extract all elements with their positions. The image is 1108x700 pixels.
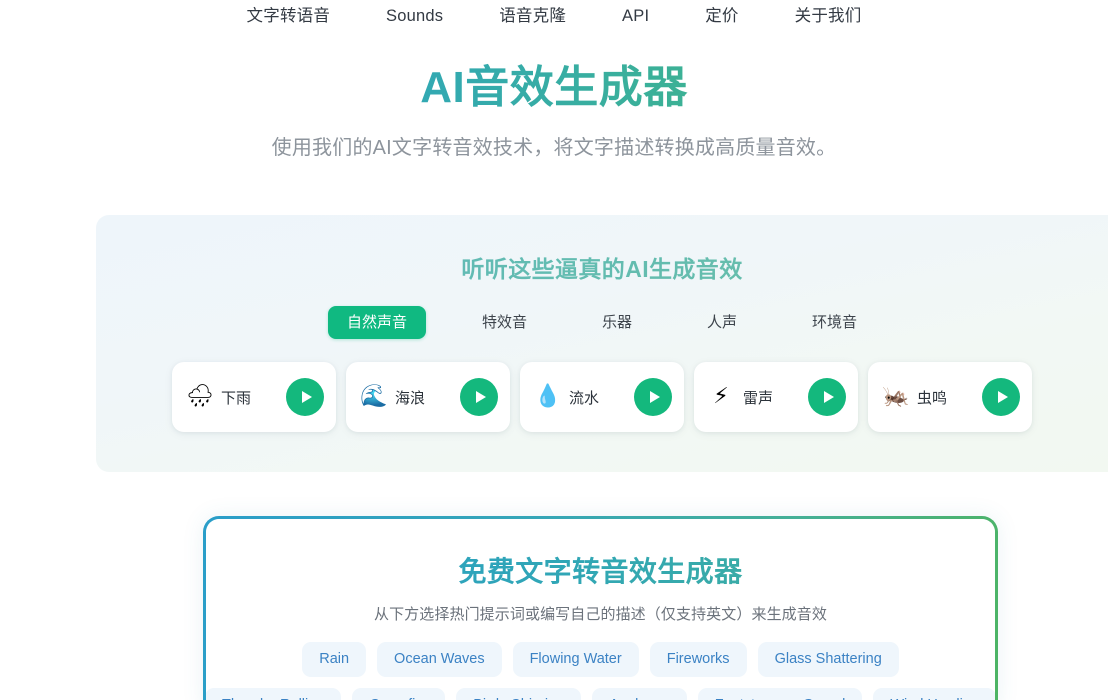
nav-pricing[interactable]: 定价 — [705, 8, 738, 25]
sound-card-list: 🌧 下雨 🌊 海浪 💧 流水 ⚡ 雷声 🦗 虫鸣 — [96, 362, 1108, 432]
prompt-tag[interactable]: Footsteps on Gravel — [698, 688, 863, 700]
play-icon — [476, 391, 486, 403]
rain-cloud-icon: 🌧 — [186, 386, 212, 408]
sound-category-tabs: 自然声音 特效音 乐器 人声 环境音 — [96, 306, 1108, 339]
generator-title: 免费文字转音效生成器 — [206, 550, 995, 590]
play-button[interactable] — [982, 378, 1020, 416]
page-root: 文字转语音 Sounds 语音克隆 API 定价 关于我们 AI音效生成器 使用我们的AI… — [0, 0, 1108, 700]
prompt-tag[interactable]: Thunder Rolling — [206, 688, 341, 700]
lightning-bolt-icon: ⚡ — [708, 386, 734, 408]
prompt-tag[interactable]: Birds Chirping — [456, 688, 581, 700]
nav-voice-clone[interactable]: 语音克隆 — [499, 8, 566, 25]
sound-card-label: 虫鸣 — [917, 387, 973, 408]
nav-text-to-speech[interactable]: 文字转语音 — [247, 8, 331, 25]
tab-4[interactable]: 环境音 — [793, 306, 876, 339]
tab-1[interactable]: 特效音 — [463, 306, 546, 339]
play-button[interactable] — [286, 378, 324, 416]
prompt-tag[interactable]: Flowing Water — [513, 642, 639, 677]
sound-showcase-panel: 听听这些逼真的AI生成音效 自然声音 特效音 乐器 人声 环境音 🌧 下雨 🌊 海浪 💧 流水 ⚡ 雷… — [96, 215, 1108, 472]
prompt-tag[interactable]: Fireworks — [650, 642, 747, 677]
sound-card[interactable]: 🦗 虫鸣 — [868, 362, 1032, 432]
nav-about[interactable]: 关于我们 — [795, 8, 862, 25]
prompt-tag[interactable]: Glass Shattering — [758, 642, 899, 677]
prompt-tag[interactable]: Rain — [302, 642, 366, 677]
tab-2[interactable]: 乐器 — [583, 306, 651, 339]
play-button[interactable] — [634, 378, 672, 416]
generator-card-inner: 免费文字转音效生成器 从下方选择热门提示词或编写自己的描述（仅支持英文）来生成音… — [206, 519, 995, 700]
sound-card-label: 雷声 — [743, 387, 799, 408]
generator-subtitle: 从下方选择热门提示词或编写自己的描述（仅支持英文）来生成音效 — [206, 603, 995, 624]
sound-card-label: 流水 — [569, 387, 625, 408]
play-button[interactable] — [460, 378, 498, 416]
sound-card-label: 下雨 — [221, 387, 277, 408]
play-icon — [650, 391, 660, 403]
prompt-tag[interactable]: Ocean Waves — [377, 642, 502, 677]
top-navigation: 文字转语音 Sounds 语音克隆 API 定价 关于我们 — [0, 0, 1108, 32]
showcase-title: 听听这些逼真的AI生成音效 — [96, 250, 1108, 284]
prompt-tag[interactable]: Campfire — [352, 688, 445, 700]
play-button[interactable] — [808, 378, 846, 416]
generator-card: 免费文字转音效生成器 从下方选择热门提示词或编写自己的描述（仅支持英文）来生成音… — [203, 516, 998, 700]
sound-card[interactable]: 💧 流水 — [520, 362, 684, 432]
sound-card-label: 海浪 — [395, 387, 451, 408]
cricket-icon: 🦗 — [882, 386, 908, 408]
nav-sounds[interactable]: Sounds — [386, 8, 443, 25]
prompt-tag[interactable]: Applause — [592, 688, 686, 700]
nav-api[interactable]: API — [622, 8, 649, 25]
page-subtitle: 使用我们的AI文字转音效技术，将文字描述转换成高质量音效。 — [0, 131, 1108, 160]
prompt-tag-row: Thunder Rolling Campfire Birds Chirping App… — [206, 688, 995, 700]
sound-card[interactable]: ⚡ 雷声 — [694, 362, 858, 432]
play-icon — [302, 391, 312, 403]
sound-card[interactable]: 🌊 海浪 — [346, 362, 510, 432]
prompt-tag-list: Rain Ocean Waves Flowing Water Fireworks Gla… — [206, 642, 995, 700]
prompt-tag-row: Rain Ocean Waves Flowing Water Fireworks Gla… — [206, 642, 995, 677]
prompt-tag[interactable]: Wind Howling — [873, 688, 995, 700]
ocean-wave-icon: 🌊 — [360, 386, 386, 408]
page-title: AI音效生成器 — [0, 62, 1108, 114]
hero-section: AI音效生成器 使用我们的AI文字转音效技术，将文字描述转换成高质量音效。 — [0, 62, 1108, 160]
play-icon — [998, 391, 1008, 403]
tab-3[interactable]: 人声 — [688, 306, 756, 339]
water-droplet-icon: 💧 — [534, 386, 560, 408]
tab-0[interactable]: 自然声音 — [328, 306, 426, 339]
sound-card[interactable]: 🌧 下雨 — [172, 362, 336, 432]
play-icon — [824, 391, 834, 403]
